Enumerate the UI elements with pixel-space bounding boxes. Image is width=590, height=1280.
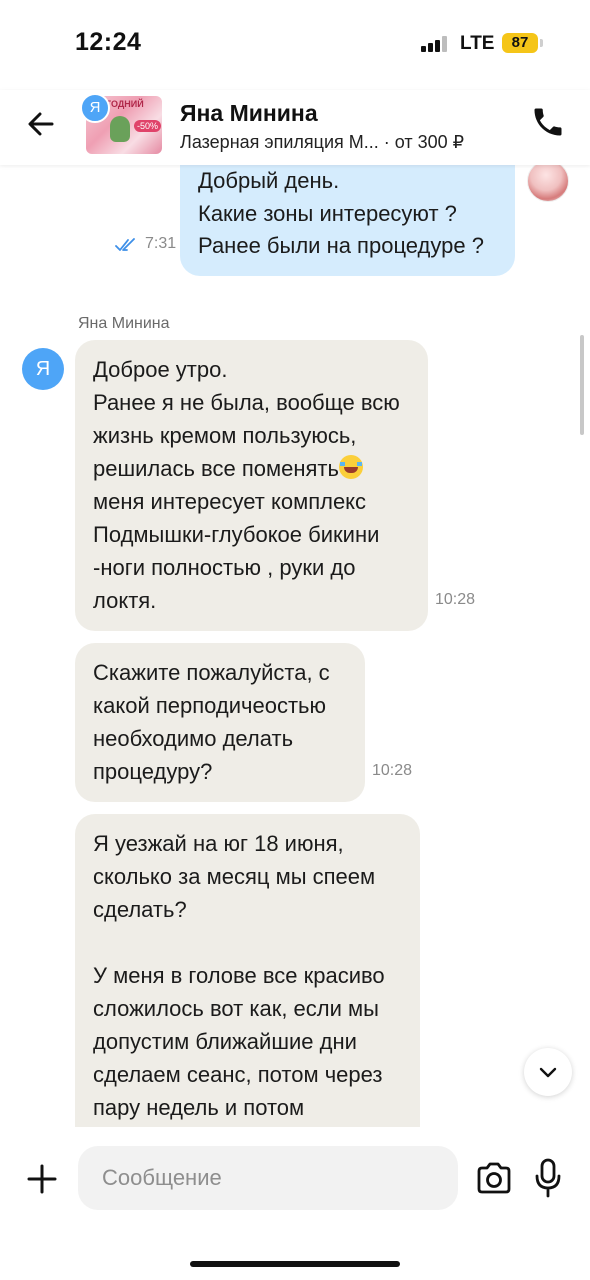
incoming-message[interactable]: Я уезжай на юг 18 июня, сколько за месяц… (75, 814, 420, 1127)
network-type: LTE (460, 33, 495, 54)
my-avatar (527, 165, 569, 202)
sender-avatar[interactable]: Я (22, 348, 64, 390)
battery-icon: 87 (502, 33, 538, 53)
cellular-signal-icon (421, 36, 451, 52)
message-list[interactable]: Добрый день. Какие зоны интересуют ? Ран… (0, 165, 590, 1127)
incoming-message[interactable]: Скажите пожалуйста, с какой перподичеост… (75, 643, 365, 802)
incoming-message[interactable]: Доброе утро. Ранее я не была, вообще всю… (75, 340, 428, 631)
home-indicator[interactable] (190, 1261, 400, 1267)
chevron-down-icon (539, 1067, 557, 1078)
sender-name: Яна Минина (78, 315, 170, 332)
back-button[interactable] (22, 104, 62, 144)
contact-name[interactable]: Яна Минина (180, 100, 318, 127)
listing-info[interactable]: Лазерная эпиляция М... · от 300 ₽ (180, 132, 464, 153)
camera-icon (477, 1162, 511, 1194)
thumbnail-text: ГОДНИЙ (106, 99, 144, 109)
message-composer (0, 1127, 590, 1280)
battery-tip (540, 39, 543, 47)
attach-button[interactable] (26, 1163, 58, 1195)
outgoing-message[interactable]: Добрый день. Какие зоны интересуют ? Ран… (180, 165, 515, 276)
message-text-part: меня интересует комплекс Подмышки-глубок… (93, 489, 380, 613)
message-time: 10:28 (372, 762, 413, 779)
message-time: 10:28 (435, 591, 476, 608)
arrow-left-icon (28, 112, 54, 136)
message-text: Скажите пожалуйста, с какой перподичеост… (93, 660, 330, 784)
message-text: Добрый день. Какие зоны интересуют ? Ран… (198, 168, 484, 258)
status-time: 12:24 (75, 28, 142, 56)
message-time-text: 7:31 (145, 235, 177, 252)
message-text: Я уезжай на юг 18 июня, сколько за месяц… (93, 831, 385, 1120)
microphone-icon (535, 1158, 561, 1198)
laughing-crying-emoji-icon (338, 455, 363, 479)
status-bar: 12:24 LTE 87 (0, 0, 590, 90)
scroll-to-bottom-button[interactable] (524, 1048, 572, 1096)
chat-header: Я ГОДНИЙ -50% Яна Минина Лазерная эпиляц… (0, 90, 590, 165)
message-text: Доброе утро. Ранее я не была, вообще всю… (93, 353, 410, 617)
phone-icon (534, 108, 562, 136)
thumbnail-figure (110, 116, 130, 142)
thumbnail-discount-badge: -50% (134, 120, 162, 132)
microphone-button[interactable] (534, 1158, 562, 1198)
plus-icon (27, 1164, 57, 1194)
camera-button[interactable] (475, 1161, 513, 1195)
message-input[interactable] (78, 1146, 458, 1210)
scrollbar[interactable] (580, 335, 584, 435)
contact-avatar[interactable]: Я (80, 93, 110, 123)
message-time: 7:31 (115, 235, 176, 253)
call-button[interactable] (530, 104, 566, 140)
